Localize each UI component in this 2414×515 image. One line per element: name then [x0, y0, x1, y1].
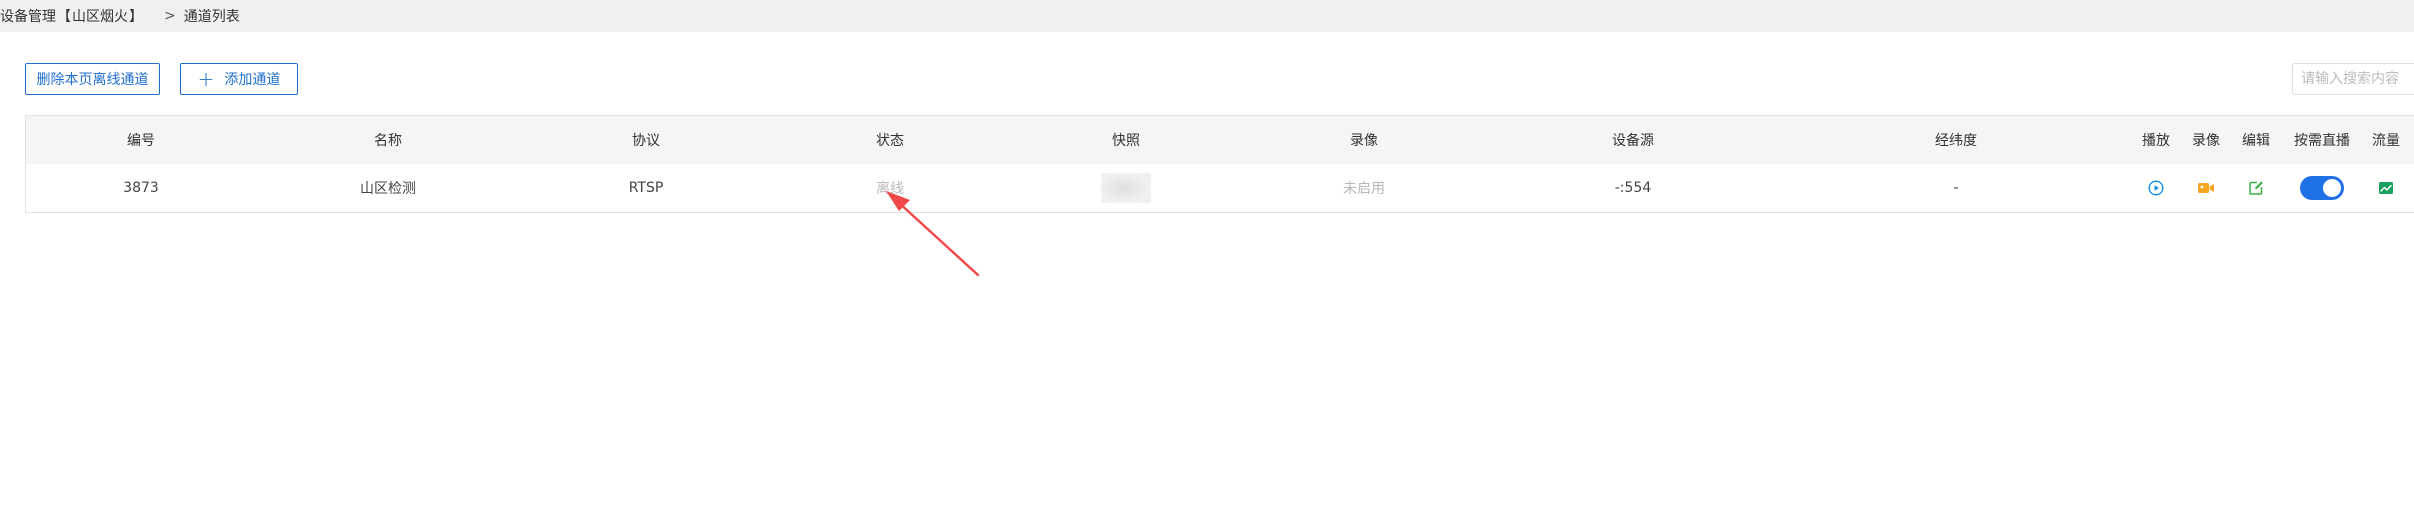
cell-name: 山区检测	[360, 181, 416, 197]
on-demand-toggle[interactable]	[2300, 164, 2344, 212]
table-header: 编号 名称 协议 状态 快照 录像 设备源 经纬度 播放 录像 编辑 按需直播 …	[26, 116, 2414, 165]
on-demand-switch[interactable]	[2300, 176, 2344, 200]
col-header-protocol: 协议	[632, 133, 660, 149]
col-header-id: 编号	[127, 133, 155, 149]
breadcrumb-bracket-open: 【	[57, 9, 71, 25]
breadcrumb-bracket-close: 】	[129, 9, 143, 25]
col-header-name: 名称	[374, 133, 402, 149]
col-header-status: 状态	[876, 133, 904, 149]
col-header-snapshot: 快照	[1112, 133, 1140, 149]
plus-icon: +	[197, 67, 215, 91]
col-header-edit: 编辑	[2242, 133, 2270, 149]
search-input[interactable]	[2292, 63, 2414, 95]
breadcrumb-device-name[interactable]: 山区烟火	[72, 6, 128, 26]
col-header-flow: 流量	[2372, 133, 2400, 149]
cell-latlng: -	[1953, 180, 1959, 196]
col-header-source: 设备源	[1612, 133, 1654, 149]
switch-knob	[2323, 179, 2341, 197]
video-camera-icon[interactable]	[2197, 164, 2215, 212]
cell-id: 3873	[123, 180, 159, 196]
breadcrumb-bar: 设备管理 【 山区烟火 】 > 通道列表	[0, 0, 2414, 32]
channel-table: 编号 名称 协议 状态 快照 录像 设备源 经纬度 播放 录像 编辑 按需直播 …	[25, 115, 2414, 213]
breadcrumb: 设备管理 【 山区烟火 】 > 通道列表	[0, 6, 240, 26]
col-header-play: 播放	[2142, 133, 2170, 149]
delete-offline-label: 删除本页离线通道	[36, 72, 149, 88]
cell-source: -:554	[1614, 180, 1652, 196]
play-icon[interactable]	[2148, 164, 2164, 212]
col-header-on-demand: 按需直播	[2294, 133, 2350, 149]
line-chart-icon[interactable]	[2378, 164, 2394, 212]
add-channel-label: 添加通道	[224, 72, 281, 88]
table-row: 3873 山区检测 RTSP 离线 未启用 -:554 -	[26, 164, 2414, 212]
col-header-recording: 录像	[1350, 133, 1378, 149]
breadcrumb-separator: >	[164, 8, 176, 24]
col-header-latlng: 经纬度	[1935, 133, 1977, 149]
snapshot-thumbnail[interactable]	[1101, 173, 1151, 203]
cell-status: 离线	[876, 181, 904, 197]
cell-protocol: RTSP	[628, 180, 664, 196]
add-channel-button[interactable]: + 添加通道	[180, 63, 298, 95]
edit-square-icon[interactable]	[2248, 164, 2264, 212]
breadcrumb-device-label[interactable]: 设备管理	[0, 6, 56, 26]
annotation-arrow	[886, 191, 980, 277]
cell-snapshot[interactable]	[1101, 164, 1151, 212]
cell-recording: 未启用	[1343, 181, 1385, 197]
delete-offline-channels-button[interactable]: 删除本页离线通道	[25, 63, 160, 95]
col-header-record: 录像	[2192, 133, 2220, 149]
breadcrumb-current: 通道列表	[183, 9, 240, 25]
